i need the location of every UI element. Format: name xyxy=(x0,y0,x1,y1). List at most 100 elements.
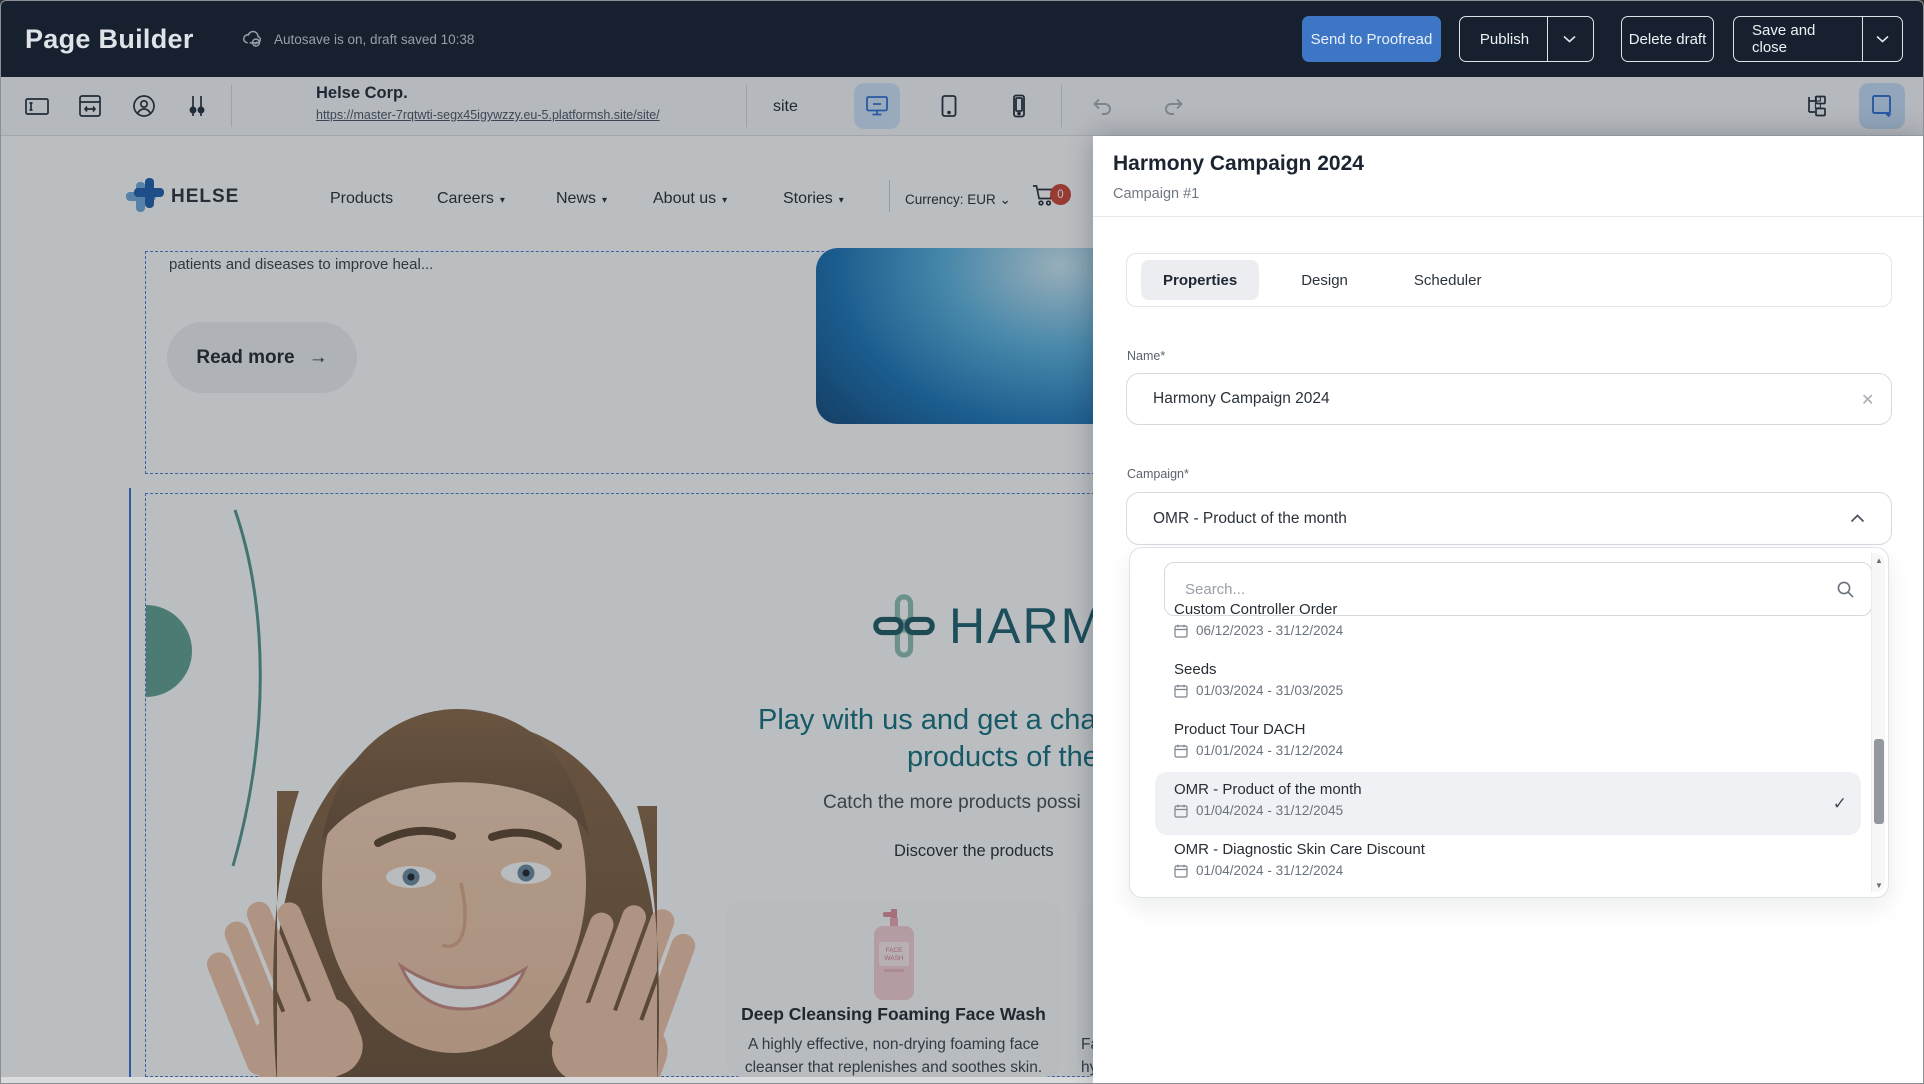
product-bottle-image: FACE WASH xyxy=(870,909,918,1001)
currency-selector[interactable]: Currency: EUR ⌄ xyxy=(905,192,1011,208)
name-input[interactable] xyxy=(1126,373,1892,425)
nav-link-careers[interactable]: Careers▾ xyxy=(437,190,505,208)
clear-name-icon[interactable]: ✕ xyxy=(1861,390,1874,410)
chevron-down-icon: ⌄ xyxy=(1000,192,1011,207)
autosave-cloud-icon xyxy=(241,28,264,51)
dropdown-scrollbar[interactable]: ▲ ▼ xyxy=(1871,553,1885,892)
read-more-button[interactable]: Read more → xyxy=(167,322,357,393)
tab-properties[interactable]: Properties xyxy=(1141,260,1259,300)
bottle-label-line2: WASH xyxy=(884,955,904,962)
nav-divider xyxy=(889,180,890,212)
campaign-option-selected[interactable]: OMR - Product of the month 01/04/2024 - … xyxy=(1155,772,1861,835)
cart-badge: 0 xyxy=(1050,184,1071,205)
canvas-bottom-edge xyxy=(1,1077,1093,1084)
publish-chevron-down-icon[interactable] xyxy=(1547,17,1591,61)
chevron-down-icon: ▾ xyxy=(722,195,727,206)
product-description-line1: A highly effective, non-drying foaming f… xyxy=(726,1036,1061,1054)
calendar-icon xyxy=(1174,624,1188,638)
nav-link-news[interactable]: News▾ xyxy=(556,190,607,208)
save-and-close-button[interactable]: Save and close xyxy=(1733,16,1903,62)
text-block-tool-button[interactable] xyxy=(14,83,60,129)
site-scope-label: site xyxy=(773,77,798,136)
harmony-brand-row: HARM xyxy=(873,594,1093,658)
panel-title: Harmony Campaign 2024 xyxy=(1113,152,1364,176)
product-card[interactable]: FACE WASH Deep Cleansing Foaming Face Wa… xyxy=(726,901,1061,1077)
nav-link-stories[interactable]: Stories▾ xyxy=(783,190,844,208)
campaign-select[interactable]: OMR - Product of the month xyxy=(1126,492,1892,545)
model-photo xyxy=(149,631,704,1084)
persona-tool-button[interactable] xyxy=(121,83,167,129)
undo-icon[interactable] xyxy=(1079,83,1125,129)
product-description-line2: cleanser that replenishes and soothes sk… xyxy=(726,1059,1061,1077)
product-title: Deep Cleansing Foaming Face Wash xyxy=(726,1004,1061,1025)
check-icon: ✓ xyxy=(1833,794,1847,814)
campaign-heading-line2: products of the xyxy=(907,741,1093,774)
calendar-icon xyxy=(1174,684,1188,698)
calendar-icon xyxy=(1174,864,1188,878)
bottle-label-line1: FACE xyxy=(886,947,904,954)
chevron-down-icon: ▾ xyxy=(500,195,505,206)
hero-image-gloved-hand xyxy=(816,248,1093,424)
filters-tool-button[interactable] xyxy=(174,83,220,129)
builder-toolbar: Helse Corp. https://master-7rqtwti-segx4… xyxy=(1,77,1924,136)
toolbar-divider xyxy=(1061,85,1062,127)
autosave-status: Autosave is on, draft saved 10:38 xyxy=(241,1,474,77)
site-preview-canvas: HELSE Products Careers▾ News▾ About us▾ … xyxy=(1,136,1093,1084)
send-to-proofread-button[interactable]: Send to Proofread xyxy=(1302,16,1441,62)
tab-scheduler[interactable]: Scheduler xyxy=(1392,260,1504,300)
helse-logo-icon xyxy=(124,176,166,218)
product-description-fragment: Fac xyxy=(1081,1036,1093,1054)
mobile-preview-button[interactable] xyxy=(996,83,1042,129)
autosave-text: Autosave is on, draft saved 10:38 xyxy=(274,32,474,47)
tab-design[interactable]: Design xyxy=(1279,260,1370,300)
campaign-discover-line: Discover the products xyxy=(894,842,1054,861)
site-name: Helse Corp. xyxy=(316,84,408,102)
harmony-chain-icon xyxy=(873,594,935,658)
desktop-preview-button[interactable] xyxy=(854,83,900,129)
campaign-option[interactable]: Custom Controller Order 06/12/2023 - 31/… xyxy=(1155,592,1861,655)
product-card[interactable]: Fac hyd xyxy=(1077,901,1093,1077)
panel-subtitle: Campaign #1 xyxy=(1113,186,1199,202)
campaign-dropdown: Custom Controller Order 06/12/2023 - 31/… xyxy=(1129,547,1889,898)
arrow-right-icon: → xyxy=(309,347,328,369)
sitemap-tool-button[interactable] xyxy=(1793,83,1839,129)
campaign-option[interactable]: Seeds 01/03/2024 - 31/03/2025 xyxy=(1155,652,1861,715)
harmony-brand-text: HARM xyxy=(949,597,1093,655)
calendar-icon xyxy=(1174,744,1188,758)
add-block-button[interactable] xyxy=(1859,83,1905,129)
campaign-field-label: Campaign* xyxy=(1127,467,1189,481)
campaign-option[interactable]: OMR - Diagnostic Skin Care Discount 01/0… xyxy=(1155,832,1861,895)
toolbar-divider xyxy=(746,85,747,127)
publish-button[interactable]: Publish xyxy=(1459,16,1594,62)
name-field-label: Name* xyxy=(1127,349,1165,363)
nav-link-about-us[interactable]: About us▾ xyxy=(653,190,727,208)
save-and-close-chevron-down-icon[interactable] xyxy=(1862,17,1902,61)
campaign-heading-line1: Play with us and get a chanc xyxy=(758,704,1093,737)
scroll-up-icon[interactable]: ▲ xyxy=(1872,553,1886,567)
panel-divider xyxy=(1093,216,1924,217)
nav-link-products[interactable]: Products xyxy=(330,190,393,208)
calendar-icon xyxy=(1174,804,1188,818)
product-description-fragment: hyd xyxy=(1081,1059,1093,1077)
campaign-subheading: Catch the more products possi xyxy=(823,792,1081,814)
site-meta: Helse Corp. https://master-7rqtwti-segx4… xyxy=(316,84,660,122)
chevron-up-icon xyxy=(1850,514,1865,523)
panel-tabs: Properties Design Scheduler xyxy=(1126,253,1892,307)
site-url-link[interactable]: https://master-7rqtwti-segx45igywzzy.eu-… xyxy=(316,108,660,122)
scrollbar-thumb[interactable] xyxy=(1874,739,1884,824)
scroll-down-icon[interactable]: ▼ xyxy=(1872,878,1886,892)
redo-icon[interactable] xyxy=(1151,83,1197,129)
about-teaser-text: patients and diseases to improve heal... xyxy=(169,256,433,273)
chevron-down-icon: ▾ xyxy=(839,195,844,206)
layout-swap-tool-button[interactable] xyxy=(67,83,113,129)
helse-brand-text: HELSE xyxy=(171,186,239,208)
app-title: Page Builder xyxy=(25,1,194,77)
campaign-settings-panel: Harmony Campaign 2024 Campaign #1 Proper… xyxy=(1093,136,1924,1084)
tablet-preview-button[interactable] xyxy=(926,83,972,129)
toolbar-divider xyxy=(231,85,232,127)
campaign-option[interactable]: Product Tour DACH 01/01/2024 - 31/12/202… xyxy=(1155,712,1861,775)
chevron-down-icon: ▾ xyxy=(602,195,607,206)
topbar: Page Builder Autosave is on, draft saved… xyxy=(1,1,1924,77)
block-edge-indicator xyxy=(129,488,131,1077)
delete-draft-button[interactable]: Delete draft xyxy=(1621,16,1714,62)
